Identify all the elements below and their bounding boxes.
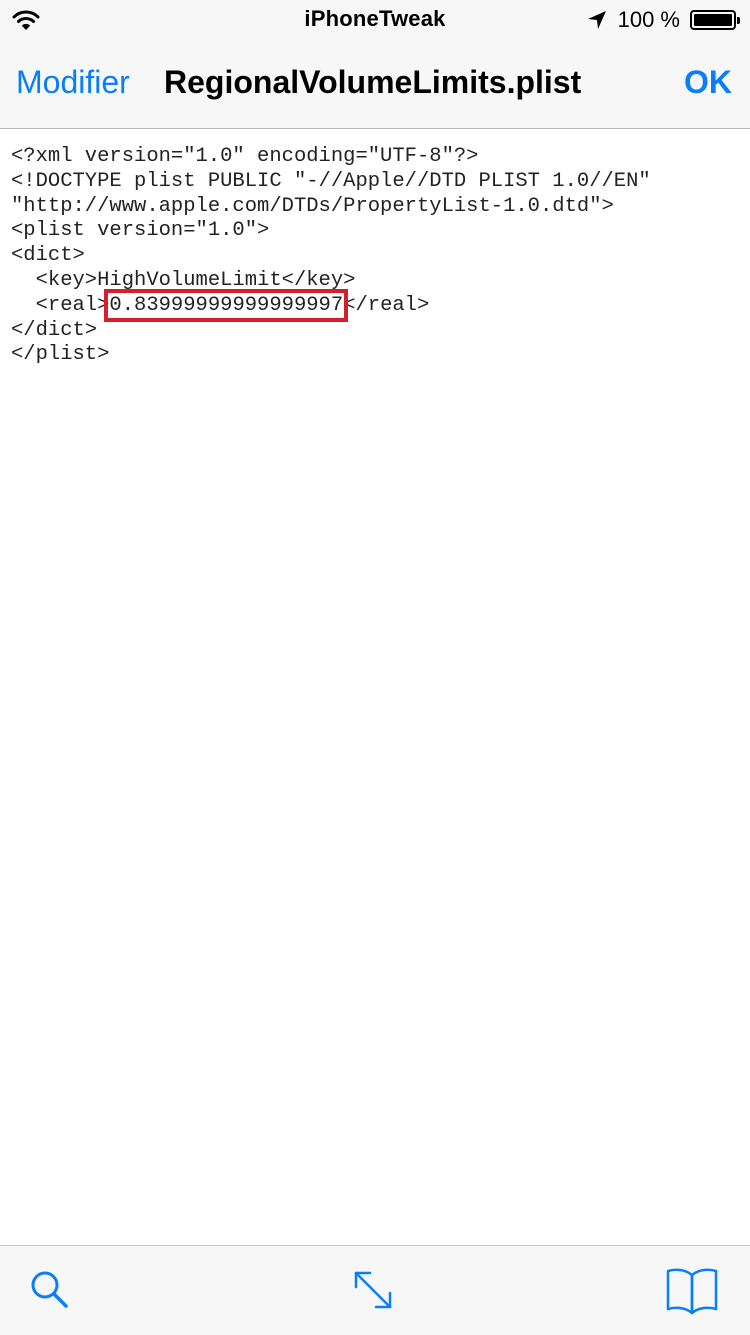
bottom-toolbar (0, 1245, 750, 1335)
code-line: </dict> (11, 318, 98, 342)
code-line: <dict> (11, 244, 85, 268)
file-title: RegionalVolumeLimits.plist (164, 64, 582, 100)
plist-editor[interactable]: <?xml version="1.0" encoding="UTF-8"?> <!… (0, 129, 750, 1244)
real-close-tag: </real> (343, 293, 430, 317)
status-bar: iPhoneTweak 100 % (0, 0, 750, 40)
code-text[interactable]: <?xml version="1.0" encoding="UTF-8"?> <!… (11, 145, 651, 368)
nav-bar: Modifier RegionalVolumeLimits.plist OK (0, 40, 750, 129)
code-line: </plist> (11, 343, 110, 367)
real-open-tag: <real> (11, 293, 110, 317)
code-line: <?xml version="1.0" encoding="UTF-8"?> (11, 145, 479, 168)
expand-arrows-icon (348, 1265, 398, 1320)
status-right-group: 100 % (586, 4, 740, 36)
code-line: <plist version="1.0"> (11, 219, 270, 243)
code-line: <key>HighVolumeLimit</key> (11, 268, 356, 292)
battery-icon (690, 10, 740, 30)
search-button[interactable] (22, 1264, 78, 1320)
search-icon (28, 1268, 72, 1317)
code-line: <!DOCTYPE plist PUBLIC "-//Apple//DTD PL… (11, 169, 651, 193)
highlighted-real-value: 0.83999999999999997 (104, 288, 349, 322)
book-icon (665, 1265, 719, 1320)
ok-button[interactable]: OK (684, 64, 732, 101)
modifier-button[interactable]: Modifier (16, 64, 130, 101)
battery-fill (694, 14, 732, 26)
location-arrow-icon (586, 9, 608, 31)
code-line: "http://www.apple.com/DTDs/PropertyList-… (11, 194, 614, 218)
bookmarks-button[interactable] (664, 1264, 720, 1320)
expand-button[interactable] (345, 1264, 401, 1320)
battery-percentage: 100 % (617, 7, 680, 32)
code-line-real: <real>0.83999999999999997</real> (11, 288, 651, 322)
